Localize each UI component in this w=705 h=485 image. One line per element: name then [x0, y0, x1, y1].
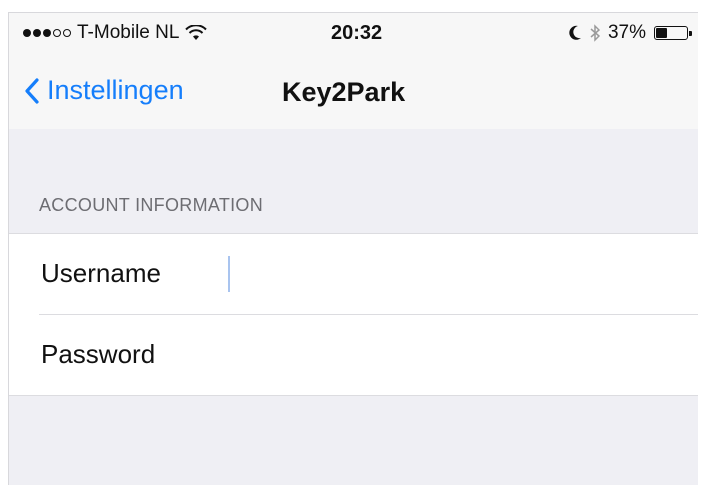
navigation-bar: Instellingen Key2Park — [9, 53, 698, 129]
signal-strength-icon — [23, 29, 71, 37]
username-label: Username — [41, 258, 161, 288]
username-field[interactable] — [224, 252, 664, 296]
back-button-label: Instellingen — [47, 75, 184, 105]
battery-icon — [654, 26, 692, 40]
signal-dot — [53, 29, 61, 37]
battery-percent: 37% — [607, 22, 646, 43]
section-header-account: ACCOUNT INFORMATION — [39, 195, 264, 215]
battery-tip — [689, 31, 692, 36]
text-cursor — [228, 256, 230, 292]
wifi-icon — [185, 25, 208, 40]
signal-dot — [23, 29, 31, 37]
signal-dot — [43, 29, 51, 37]
username-row[interactable]: Username — [9, 234, 698, 315]
chevron-left-icon — [25, 77, 39, 104]
password-label: Password — [41, 339, 156, 369]
password-field[interactable] — [224, 333, 664, 377]
status-bar: T-Mobile NL 20:32 37% — [9, 13, 698, 53]
bluetooth-icon — [590, 24, 600, 42]
status-left: T-Mobile NL — [23, 22, 208, 44]
settings-screen: T-Mobile NL 20:32 37% Instellingen Key2P… — [8, 12, 698, 485]
account-info-group: Username Password — [9, 233, 698, 396]
status-time: 20:32 — [331, 22, 383, 44]
page-title: Key2Park — [282, 77, 406, 107]
password-row[interactable]: Password — [9, 315, 698, 395]
back-button[interactable]: Instellingen — [25, 75, 184, 106]
status-right: 37% — [568, 22, 692, 44]
battery-level-fill — [656, 28, 667, 38]
device-frame: T-Mobile NL 20:32 37% Instellingen Key2P… — [0, 0, 705, 485]
signal-dot — [33, 29, 41, 37]
moon-icon — [569, 25, 581, 40]
carrier-name: T-Mobile NL — [77, 22, 180, 43]
signal-dot — [63, 29, 71, 37]
